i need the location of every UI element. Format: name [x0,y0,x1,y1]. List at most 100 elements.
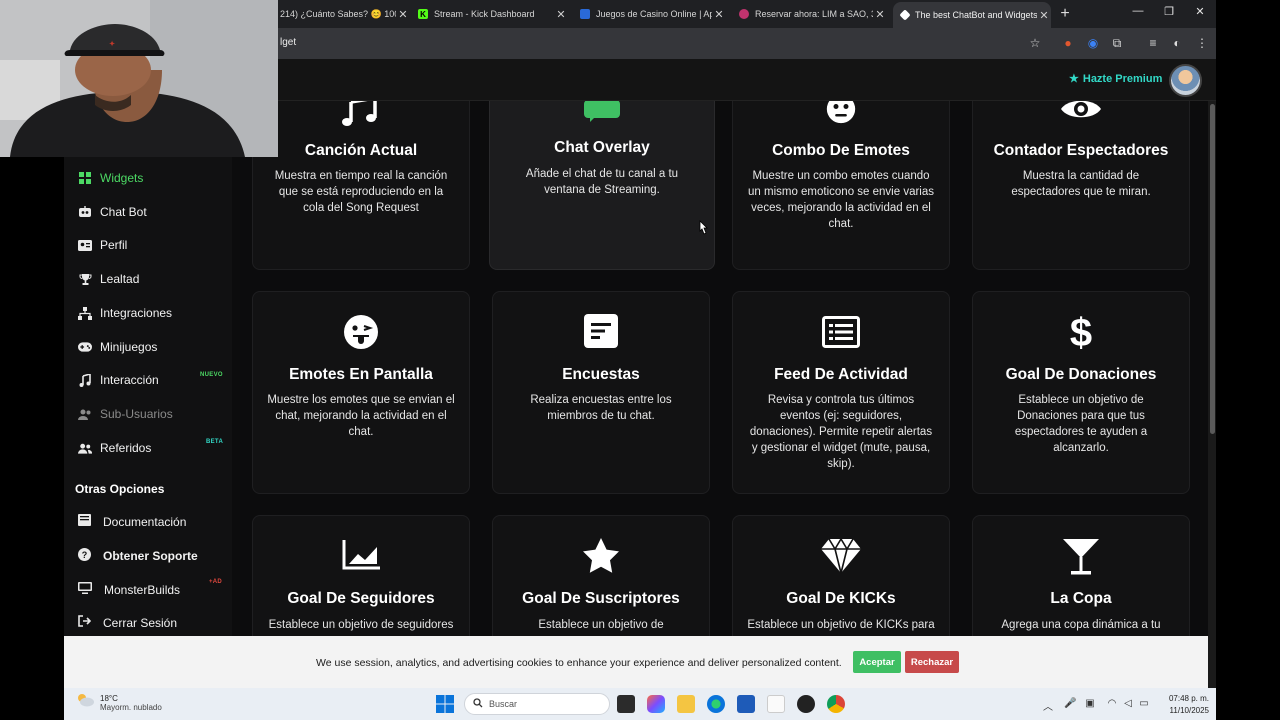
logout-icon [78,615,92,630]
widget-description: Establece un objetivo de [538,619,664,631]
url-text[interactable]: lget [280,37,296,48]
volume-icon[interactable]: ◁ [1122,698,1134,709]
chrome-icon[interactable] [827,695,845,713]
widget-card-cancion-actual[interactable]: Canción Actual Muestra en tiempo real la… [252,101,470,270]
sidebar-item-lealtad[interactable]: Lealtad [78,272,139,286]
screen-border-left [0,157,64,720]
sidebar-item-label: Integraciones [100,306,173,320]
reject-cookies-button[interactable]: Rechazar [905,651,959,673]
id-card-icon [78,238,92,252]
widget-card-feed-actividad[interactable]: Feed De Actividad Revisa y controla tus … [732,291,950,494]
ad-badge: +AD [209,579,223,585]
cocktail-icon [973,538,1189,576]
task-view-icon[interactable] [617,695,635,713]
taskbar-clock[interactable]: 07:48 p. m. 11/10/2025 [1157,693,1209,717]
browser-tab[interactable]: Juegos de Casino Online | Apue ✕ [580,3,726,25]
widget-description: Establece un objetivo de KICKs para [747,619,935,631]
browser-menu-icon[interactable]: ⋮ [1195,36,1209,50]
close-tab-icon[interactable]: ✕ [712,8,726,21]
widget-description: Revisa y controla tus últimos eventos (e… [749,394,933,470]
media-control-icon[interactable]: ≡ [1146,36,1160,50]
widget-card-goal-suscriptores[interactable]: Goal De Suscriptores Establece un objeti… [492,515,710,636]
tray-chevron-icon[interactable]: ︿ [1042,698,1054,713]
sidebar-item-soporte[interactable]: ? Obtener Soporte [78,548,198,564]
user-group-icon [78,441,92,455]
sidebar-item-chat-bot[interactable]: Chat Bot [78,205,147,219]
browser-tab-active[interactable]: The best ChatBot and Widgets ✕ [893,2,1051,28]
extension-icon[interactable]: ● [1061,36,1075,50]
browser-tab[interactable]: 214) ¿Cuánto Sabes? 😊 100 P ✕ [280,3,410,25]
obs-icon[interactable] [797,695,815,713]
widget-card-encuestas[interactable]: Encuestas Realiza encuestas entre los mi… [492,291,710,494]
close-window-icon[interactable]: ✕ [1193,5,1207,18]
sidebar-item-perfil[interactable]: Perfil [78,238,127,252]
sidebar-item-label: Perfil [100,238,128,252]
tab-title: The best ChatBot and Widgets [915,10,1037,20]
close-tab-icon[interactable]: ✕ [1037,9,1051,22]
widget-description: Muestre los emotes que se envian el chat… [267,394,455,438]
accept-cookies-button[interactable]: Aceptar [853,651,901,673]
cookie-consent-bar: We use session, analytics, and advertisi… [64,636,1208,688]
avatar[interactable] [1169,64,1202,97]
copilot-icon[interactable] [647,695,665,713]
widget-description: Establece un objetivo de seguidores [268,619,454,631]
cloud-sun-icon [76,693,94,712]
widget-card-contador-espectadores[interactable]: Contador Espectadores Muestra la cantida… [972,101,1190,270]
screen-border-right [1216,0,1280,720]
sidebar-item-minijuegos[interactable]: Minijuegos [78,340,157,354]
trophy-icon [78,272,92,286]
minimize-icon[interactable]: — [1131,5,1145,17]
file-explorer-icon[interactable] [677,695,695,713]
widget-description: Agrega una copa dinámica a tu [1001,619,1161,631]
widget-card-goal-seguidores[interactable]: Goal De Seguidores Establece un objetivo… [252,515,470,636]
widget-card-goal-kicks[interactable]: Goal De KICKs Establece un objetivo de K… [732,515,950,636]
sidebar-item-widgets[interactable]: Widgets [78,171,143,185]
premium-link[interactable]: ★ Hazte Premium [1069,72,1162,86]
windows-start-icon[interactable] [436,695,454,713]
widget-card-combo-emotes[interactable]: Combo De Emotes Muestre un combo emotes … [732,101,950,270]
bookmark-star-icon[interactable]: ☆ [1028,36,1042,50]
sidebar-item-sub-usuarios[interactable]: Sub-Usuarios [78,407,173,421]
widget-title: Goal De Seguidores [287,590,435,607]
sidebar-item-cerrar-sesion[interactable]: Cerrar Sesión [78,615,177,630]
browser-tab[interactable]: Reservar ahora: LIM a SAO, 3/1 ✕ [739,3,887,25]
widget-card-la-copa[interactable]: La Copa Agrega una copa dinámica a tu [972,515,1190,636]
beta-badge: BETA [206,439,224,445]
poll-icon [493,314,709,348]
widget-card-goal-donaciones[interactable]: $ Goal De Donaciones Establece un objeti… [972,291,1190,494]
sidebar-item-interaccion[interactable]: Interacción [78,373,159,387]
browser-tab[interactable]: K Stream - Kick Dashboard ✕ [418,3,568,25]
wifi-icon[interactable]: ◠ [1106,698,1118,709]
profile-icon[interactable]: ◐ [1170,36,1184,50]
close-tab-icon[interactable]: ✕ [554,8,568,21]
maximize-icon[interactable]: ❐ [1162,5,1176,18]
widget-title: Goal De Suscriptores [522,590,680,607]
sidebar-item-integraciones[interactable]: Integraciones [78,306,172,320]
sidebar-item-referidos[interactable]: Referidos [78,441,151,455]
tab-title: 214) ¿Cuánto Sabes? 😊 100 P [280,8,396,19]
sidebar-item-label: Lealtad [100,272,140,286]
close-tab-icon[interactable]: ✕ [873,8,887,21]
casino-favicon-icon [580,9,590,19]
close-tab-icon[interactable]: ✕ [396,8,410,21]
new-tab-icon[interactable]: + [1058,5,1072,23]
battery-icon[interactable]: ▭ [1138,698,1150,709]
store-icon[interactable] [737,695,755,713]
tab-title: Stream - Kick Dashboard [434,9,535,19]
scrollbar-thumb[interactable] [1210,104,1215,434]
monitor-tray-icon[interactable]: ▣ [1084,698,1096,709]
widget-card-emotes-en-pantalla[interactable]: Emotes En Pantalla Muestre los emotes qu… [252,291,470,494]
sidebar-item-monsterbuilds[interactable]: MonsterBuilds [78,582,180,597]
widget-card-chat-overlay[interactable]: Chat Overlay Añade el chat de tu canal a… [489,101,715,270]
sidebar-item-label: Interacción [100,373,159,387]
taskbar-search-input[interactable]: Buscar [464,693,610,715]
extensions-puzzle-icon[interactable]: ⧉ [1110,36,1124,50]
extension-icon[interactable]: ◉ [1086,36,1100,50]
widget-title: Combo De Emotes [772,142,910,159]
notepad-icon[interactable] [767,695,785,713]
weather-widget[interactable]: 18°C Mayorm. nublado [76,693,162,712]
microphone-icon[interactable]: 🎤 [1064,698,1076,709]
widget-description: Muestra la cantidad de espectadores que … [1011,170,1151,198]
sidebar-item-documentacion[interactable]: Documentación [78,514,186,529]
edge-browser-icon[interactable] [707,695,725,713]
